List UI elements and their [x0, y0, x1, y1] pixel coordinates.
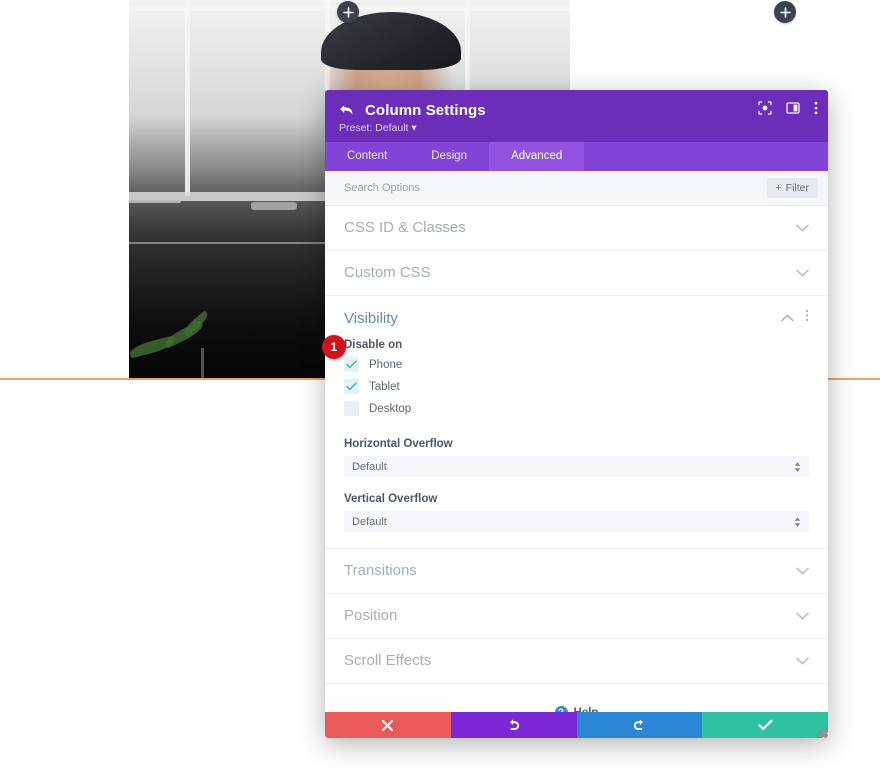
check-icon	[346, 360, 357, 369]
chevron-down-icon	[796, 269, 809, 277]
add-module-button-right[interactable]	[774, 1, 796, 23]
options-panel: CSS ID & Classes Custom CSS Visibility D…	[325, 206, 828, 712]
tab-content[interactable]: Content	[325, 142, 409, 171]
checkbox-desktop[interactable]	[344, 401, 359, 416]
close-icon	[382, 719, 394, 731]
add-module-button-left[interactable]	[337, 1, 359, 23]
chevron-down-icon	[796, 567, 809, 575]
section-title: Transitions	[344, 562, 417, 579]
back-arrow-icon[interactable]	[339, 104, 354, 117]
resize-diagonal-icon	[822, 732, 828, 738]
section-title: Scroll Effects	[344, 652, 432, 669]
checkbox-row-desktop[interactable]: Desktop	[344, 401, 809, 416]
window-handle-left	[129, 200, 181, 203]
target-icon[interactable]	[758, 101, 772, 115]
checkbox-phone[interactable]	[344, 357, 359, 372]
section-title: Custom CSS	[344, 264, 431, 281]
modal-title: Column Settings	[365, 102, 486, 119]
modal-header: Column Settings Preset: Default ▾	[325, 90, 828, 142]
section-transitions[interactable]: Transitions	[325, 549, 828, 594]
search-input[interactable]	[344, 182, 674, 194]
undo-button[interactable]	[450, 712, 577, 738]
plus-icon	[342, 6, 354, 18]
checkbox-label-phone: Phone	[369, 358, 403, 371]
section-visibility: Visibility Disable on Phone Tablet Deskt…	[325, 296, 828, 549]
checkbox-row-phone[interactable]: Phone	[344, 357, 809, 372]
caret-down-icon: ▾	[411, 122, 417, 134]
vertical-overflow-select-wrap: Default	[344, 511, 809, 532]
redo-button[interactable]	[576, 712, 703, 738]
horizontal-overflow-value: Default	[352, 460, 387, 473]
section-css-id-classes[interactable]: CSS ID & Classes	[325, 206, 828, 251]
undo-icon	[509, 719, 519, 730]
section-title: Visibility	[344, 309, 398, 327]
modal-action-bar	[325, 712, 828, 738]
redo-icon	[634, 719, 644, 730]
checkbox-tablet[interactable]	[344, 379, 359, 394]
checkbox-label-desktop: Desktop	[369, 402, 412, 415]
section-visibility-header[interactable]: Visibility	[325, 296, 828, 333]
vertical-overflow-value: Default	[352, 515, 387, 528]
modal-header-actions	[758, 101, 818, 115]
check-icon	[757, 719, 773, 730]
more-vertical-icon[interactable]	[814, 101, 818, 115]
checkbox-row-tablet[interactable]: Tablet	[344, 379, 809, 394]
more-vertical-icon[interactable]	[805, 309, 809, 327]
disable-on-label: Disable on	[344, 339, 403, 351]
tab-design[interactable]: Design	[409, 142, 489, 171]
vertical-overflow-label: Vertical Overflow	[344, 493, 438, 505]
cancel-button[interactable]	[325, 712, 451, 738]
section-visibility-controls	[781, 309, 809, 327]
vertical-overflow-field: Vertical Overflow Default	[325, 479, 828, 532]
section-title: Position	[344, 607, 398, 624]
chevron-down-icon	[796, 612, 809, 620]
section-title: CSS ID & Classes	[344, 219, 466, 236]
help-link[interactable]: ? Help	[325, 684, 828, 712]
section-custom-css[interactable]: Custom CSS	[325, 251, 828, 296]
horizontal-overflow-select-wrap: Default	[344, 456, 809, 477]
layout-toggle-icon[interactable]	[786, 101, 800, 115]
horizontal-overflow-select[interactable]: Default	[344, 456, 809, 477]
preset-selector[interactable]: Preset: Default ▾	[339, 122, 814, 134]
filter-button[interactable]: + Filter	[766, 178, 818, 198]
plant	[129, 310, 239, 375]
chevron-up-icon[interactable]	[781, 309, 794, 327]
chevron-down-icon	[796, 224, 809, 232]
step-annotation-badge: 1	[322, 335, 346, 359]
section-scroll-effects[interactable]: Scroll Effects	[325, 639, 828, 684]
checkbox-label-tablet: Tablet	[369, 380, 400, 393]
app-stage: Column Settings Preset: Default ▾ Conten…	[0, 0, 880, 778]
tab-advanced[interactable]: Advanced	[489, 142, 585, 171]
horizontal-overflow-label: Horizontal Overflow	[344, 438, 453, 450]
lamp-stem	[201, 348, 204, 379]
disable-on-field: Disable on Phone Tablet Desktop	[325, 333, 828, 416]
window-latch	[251, 202, 297, 210]
plus-icon	[779, 6, 791, 18]
save-button[interactable]	[702, 712, 828, 738]
search-bar: + Filter	[325, 171, 828, 206]
section-position[interactable]: Position	[325, 594, 828, 639]
modal-tabs: Content Design Advanced	[325, 142, 828, 171]
filter-button-label: Filter	[785, 182, 809, 194]
chevron-down-icon	[796, 657, 809, 665]
check-icon	[346, 382, 357, 391]
vertical-overflow-select[interactable]: Default	[344, 511, 809, 532]
column-settings-modal: Column Settings Preset: Default ▾ Conten…	[325, 90, 828, 738]
horizontal-overflow-field: Horizontal Overflow Default	[325, 423, 828, 477]
preset-label: Preset: Default	[339, 122, 409, 134]
step-number: 1	[330, 340, 338, 354]
plus-icon: +	[775, 182, 782, 194]
window-mullion-1	[185, 0, 190, 196]
